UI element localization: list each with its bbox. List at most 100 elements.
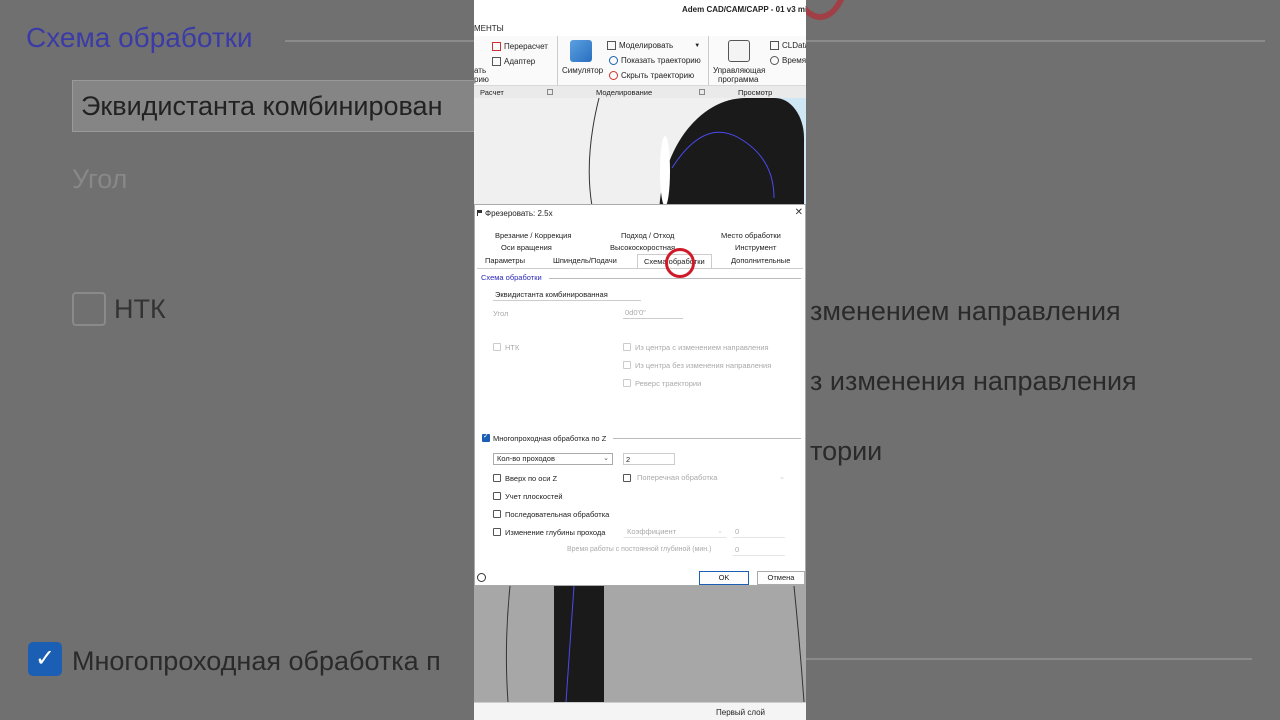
from-center-no-change-checkbox[interactable] <box>623 361 631 369</box>
cldata-icon <box>770 41 779 50</box>
dialog-title: Фрезеровать: 2.5x <box>485 209 553 218</box>
cldata-button[interactable]: CLData <box>770 41 806 50</box>
scheme-field[interactable]: Эквидистанта комбинированная <box>493 289 641 301</box>
angle-field[interactable]: 0d0'0" <box>623 307 683 319</box>
layer-status: Первый слой <box>716 708 766 717</box>
bg-ntk-checkbox <box>72 292 106 326</box>
scheme-section-line <box>549 278 801 279</box>
passes-select-value: Кол-во проходов <box>497 454 555 463</box>
coef-select-value: Коэффициент <box>627 527 677 536</box>
group-label-model: Моделирование <box>596 88 653 97</box>
tab-parameters[interactable]: Параметры <box>485 256 525 265</box>
depth-change-checkbox[interactable] <box>493 528 501 536</box>
coef-select[interactable]: Коэффициент ⌄ <box>623 526 727 538</box>
time-button[interactable]: Время <box>770 56 806 65</box>
ok-button[interactable]: OK <box>699 571 749 585</box>
tab-spindle-feeds[interactable]: Шпиндель/Подачи <box>553 256 617 265</box>
bg-angle-label: Угол <box>72 164 128 194</box>
from-center-change-label: Из центра с изменением направления <box>635 343 769 352</box>
adapter-icon <box>492 57 501 66</box>
tab-high-speed[interactable]: Высокоскоростная <box>610 243 675 252</box>
control-program-button[interactable]: Управляющая <box>713 66 765 75</box>
refresh-icon[interactable] <box>477 573 486 582</box>
tab-plunge-correction[interactable]: Врезание / Коррекция <box>495 231 571 240</box>
ntk-checkbox[interactable] <box>493 343 501 351</box>
model-label: Моделировать <box>619 41 674 50</box>
close-icon[interactable]: ✕ <box>795 207 803 218</box>
tab-machining-area[interactable]: Место обработки <box>721 231 781 240</box>
recalc-icon <box>492 42 501 51</box>
mill-dialog: Фрезеровать: 2.5x ✕ Врезание / Коррекция… <box>474 204 806 586</box>
model-icon <box>607 41 616 50</box>
chevron-down-icon: ⌄ <box>603 455 609 462</box>
passes-field[interactable]: 2 <box>623 453 675 465</box>
3d-viewport-bottom[interactable] <box>474 586 806 702</box>
recalc-button[interactable]: Перерасчет <box>492 42 548 51</box>
model-launcher-icon[interactable] <box>699 89 705 95</box>
cldata-label: CLData <box>782 41 806 50</box>
dialog-flag-icon <box>477 210 482 216</box>
sequential-checkbox[interactable] <box>493 510 501 518</box>
const-depth-field[interactable]: 0 <box>733 544 785 556</box>
tab-rotation-axes[interactable]: Оси вращения <box>501 243 552 252</box>
bg-scheme-value: Эквидистанта комбинирован <box>81 91 443 121</box>
time-label: Время <box>782 56 806 65</box>
tab-tool[interactable]: Инструмент <box>735 243 776 252</box>
planes-label: Учет плоскостей <box>505 492 563 501</box>
bg-option-1: зменением направления <box>810 296 1121 326</box>
simulator-button[interactable]: Симулятор <box>562 66 603 75</box>
planes-checkbox[interactable] <box>493 492 501 500</box>
transverse-checkbox[interactable] <box>623 474 631 482</box>
scheme-section-label: Схема обработки <box>481 273 542 282</box>
from-center-change-checkbox[interactable] <box>623 343 631 351</box>
cancel-button[interactable]: Отмена <box>757 571 805 585</box>
hide-path-icon <box>609 71 618 80</box>
simulator-icon <box>570 40 592 62</box>
from-center-no-change-label: Из центра без изменения направления <box>635 361 772 370</box>
title-bar: Adem CAD/CAM/CAPP - 01 v3 mil <box>474 0 806 22</box>
bg-multipass-label: Многопроходная обработка п <box>72 646 441 676</box>
bg-multipass-checkbox: ✓ <box>28 642 62 676</box>
bg-ntk-label: НТК <box>114 294 166 324</box>
tab-underline <box>477 268 803 269</box>
const-depth-label: Время работы с постоянной глубиной (мин.… <box>567 546 712 553</box>
3d-viewport-top[interactable] <box>474 98 806 206</box>
dialog-title-bar: Фрезеровать: 2.5x ✕ <box>475 205 806 222</box>
chevron-down-icon: ⌄ <box>717 528 723 535</box>
multipass-section-line <box>613 438 801 439</box>
sequential-label: Последовательная обработка <box>505 510 610 519</box>
model-button[interactable]: Моделировать ▼ <box>607 41 700 50</box>
hide-path-label: Скрыть траекторию <box>621 71 695 80</box>
menu-item-elements[interactable]: МЕНТЫ <box>474 24 504 33</box>
reverse-label: Реверс траектории <box>635 379 702 388</box>
recalc-label: Перерасчет <box>504 42 548 51</box>
control-program-icon <box>728 40 750 62</box>
bg-title: Схема обработки <box>26 22 253 53</box>
ribbon: ать рию Перерасчет Адаптер Симулятор Мод… <box>474 36 806 98</box>
up-z-label: Вверх по оси Z <box>505 474 558 483</box>
passes-select[interactable]: Кол-во проходов ⌄ <box>493 453 613 465</box>
ribbon-cut-label-1: ать <box>474 66 487 75</box>
bg-divider-2 <box>800 658 1252 660</box>
tab-approach-retract[interactable]: Подход / Отход <box>621 231 674 240</box>
show-path-icon <box>609 56 618 65</box>
window-title: Adem CAD/CAM/CAPP - 01 v3 mil <box>682 5 806 14</box>
adapter-button[interactable]: Адаптер <box>492 57 535 66</box>
show-path-button[interactable]: Показать траекторию <box>609 56 701 65</box>
control-program-label-2: программа <box>718 75 759 84</box>
multipass-checkbox[interactable] <box>482 432 490 442</box>
ntk-label: НТК <box>505 343 520 352</box>
multipass-label: Многопроходная обработка по Z <box>493 434 607 443</box>
tab-additional[interactable]: Дополнительные <box>731 256 790 265</box>
angle-label: Угол <box>493 309 509 318</box>
group-label-view: Просмотр <box>738 88 773 97</box>
transverse-select[interactable]: Поперечная обработка ⌄ <box>633 472 789 484</box>
reverse-checkbox[interactable] <box>623 379 631 387</box>
bg-scheme-field: Эквидистанта комбинирован <box>72 80 482 132</box>
bg-option-3: тории <box>810 436 883 466</box>
up-z-checkbox[interactable] <box>493 474 501 482</box>
coef-field[interactable]: 0 <box>733 526 785 538</box>
calc-launcher-icon[interactable] <box>547 89 553 95</box>
adapter-label: Адаптер <box>504 57 536 66</box>
hide-path-button[interactable]: Скрыть траекторию <box>609 71 694 80</box>
